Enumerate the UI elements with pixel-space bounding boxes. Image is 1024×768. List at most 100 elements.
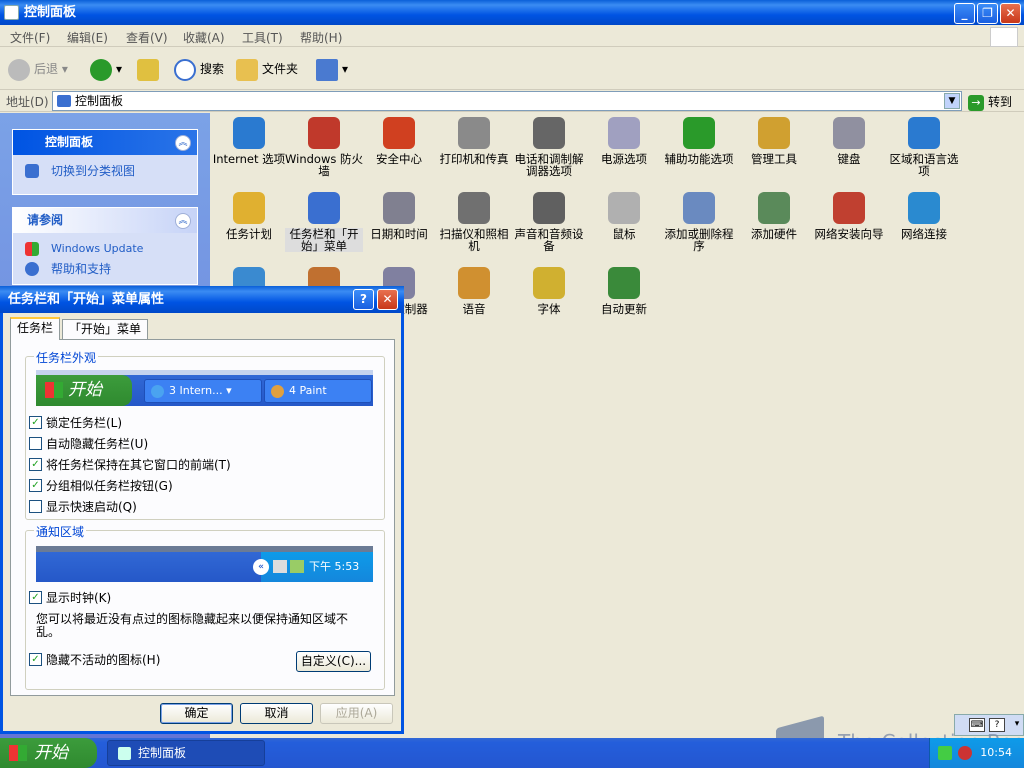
collapse-chevron-icon[interactable]: ︽	[175, 135, 191, 151]
address-input[interactable]: 控制面板 ▼	[52, 91, 962, 111]
start-button[interactable]: 开始	[0, 738, 97, 768]
search-button[interactable]: 搜索	[174, 57, 224, 81]
control-panel-item-label: 字体	[537, 302, 561, 316]
control-panel-item-label: 网络安装向导	[814, 227, 884, 241]
pane-title-control-panel[interactable]: 控制面板	[13, 130, 197, 155]
control-panel-item[interactable]: 字体	[510, 267, 588, 315]
pane-title-see-also[interactable]: 请参阅	[13, 208, 197, 233]
control-panel-item[interactable]: 打印机和传真	[435, 117, 513, 165]
control-panel-item[interactable]: 语音	[435, 267, 513, 315]
windows-update-link[interactable]: Windows Update	[13, 239, 197, 259]
control-panel-item[interactable]: 鼠标	[585, 192, 663, 240]
tab-taskbar[interactable]: 任务栏	[10, 317, 61, 340]
forward-arrow-icon	[90, 58, 112, 81]
switch-category-view-link[interactable]: 切换到分类视图	[13, 161, 197, 181]
hide-inactive-checkbox[interactable]: ✓ 隐藏不活动的图标(H)	[29, 653, 160, 667]
control-panel-item[interactable]: 网络安装向导	[810, 192, 888, 240]
control-panel-item[interactable]: 任务栏和「开始」菜单	[285, 192, 363, 252]
up-folder-button[interactable]	[137, 57, 163, 81]
control-panel-item[interactable]: 声音和音频设备	[510, 192, 588, 252]
control-panel-item[interactable]: 扫描仪和照相机	[435, 192, 513, 252]
forward-button[interactable]: ▾	[90, 57, 122, 81]
security-tray-icon[interactable]	[958, 746, 972, 760]
control-panel-item-label: 自动更新	[601, 302, 647, 316]
menu-help[interactable]: 帮助(H)	[300, 29, 342, 46]
control-panel-item[interactable]: 区域和语言选项	[885, 117, 963, 177]
close-button[interactable]: ✕	[1000, 3, 1021, 24]
menu-edit[interactable]: 编辑(E)	[67, 29, 108, 46]
control-panel-item-label: 添加或删除程序	[664, 227, 734, 253]
switch-category-view-label: 切换到分类视图	[51, 164, 136, 178]
speaker-icon	[533, 192, 565, 224]
tab-start-menu[interactable]: 「开始」菜单	[62, 319, 149, 339]
collapse-chevron-icon[interactable]: ︽	[175, 213, 191, 229]
folders-button[interactable]: 文件夹	[236, 57, 298, 81]
control-panel-item[interactable]: Internet 选项	[210, 117, 288, 165]
help-support-label: 帮助和支持	[51, 262, 112, 276]
tray-app-icon	[290, 560, 304, 573]
show-clock-checkbox[interactable]: ✓ 显示时钟(K)	[29, 591, 111, 605]
control-panel-item[interactable]: Windows 防火墙	[285, 117, 363, 177]
menu-favorites[interactable]: 收藏(A)	[183, 29, 225, 46]
minimize-button[interactable]: _	[954, 3, 975, 24]
quick-launch-checkbox[interactable]: 显示快速启动(Q)	[29, 500, 137, 514]
control-panel-small-icon	[57, 95, 71, 107]
printer-icon	[458, 117, 490, 149]
control-panel-item[interactable]: 电话和调制解调器选项	[510, 117, 588, 177]
dialog-close-button[interactable]: ✕	[377, 289, 398, 310]
control-panel-item[interactable]: 添加硬件	[735, 192, 813, 240]
control-panel-item[interactable]: 键盘	[810, 117, 888, 165]
help-support-link[interactable]: 帮助和支持	[13, 259, 197, 279]
control-panel-item-label: Internet 选项	[212, 152, 286, 166]
control-panel-item-label: 网络连接	[901, 227, 947, 241]
go-arrow-icon: →	[968, 94, 984, 111]
cancel-button[interactable]: 取消	[240, 703, 313, 724]
tray-clock[interactable]: 10:54	[980, 746, 1012, 759]
back-button[interactable]: 后退 ▾	[8, 57, 68, 81]
control-panel-item[interactable]: 辅助功能选项	[660, 117, 738, 165]
preview-task-paint: 4 Paint	[264, 379, 372, 403]
window-titlebar[interactable]: 控制面板	[0, 0, 1024, 25]
checkbox-box: ✓	[29, 458, 42, 471]
ok-button[interactable]: 确定	[160, 703, 233, 724]
customize-button[interactable]: 自定义(C)...	[296, 651, 371, 672]
control-panel-item[interactable]: 添加或删除程序	[660, 192, 738, 252]
control-panel-item-label: 管理工具	[751, 152, 797, 166]
dialog-titlebar[interactable]: 任务栏和「开始」菜单属性	[0, 286, 404, 313]
control-panel-item[interactable]: 网络连接	[885, 192, 963, 240]
address-dropdown-button[interactable]: ▼	[944, 93, 960, 109]
lock-taskbar-checkbox[interactable]: ✓ 锁定任务栏(L)	[29, 416, 122, 430]
help-button[interactable]: ?	[353, 289, 374, 310]
network-tray-icon[interactable]	[938, 746, 952, 760]
go-button[interactable]: → 转到	[968, 93, 1012, 111]
menu-tools[interactable]: 工具(T)	[242, 29, 283, 46]
scheduled-tasks-icon	[233, 192, 265, 224]
control-panel-item[interactable]: 安全中心	[360, 117, 438, 165]
folders-label: 文件夹	[262, 62, 299, 76]
taskbar-properties-dialog: 任务栏和「开始」菜单属性 ? ✕ 任务栏 「开始」菜单 任务栏外观 开始 3 I…	[0, 286, 404, 734]
apply-button[interactable]: 应用(A)	[320, 703, 393, 724]
fonts-icon	[533, 267, 565, 299]
control-panel-item[interactable]: 电源选项	[585, 117, 663, 165]
group-label-notification: 通知区域	[34, 523, 87, 540]
control-panel-item-label: 打印机和传真	[439, 152, 509, 166]
control-panel-item[interactable]: 自动更新	[585, 267, 663, 315]
tray-preview: « 下午 5:53	[36, 546, 373, 582]
control-panel-item[interactable]: 任务计划	[210, 192, 288, 240]
restore-button[interactable]: ❐	[977, 3, 998, 24]
keyboard-icon	[833, 117, 865, 149]
taskbar-button-control-panel[interactable]: 控制面板	[107, 740, 265, 766]
power-icon	[608, 117, 640, 149]
menu-view[interactable]: 查看(V)	[126, 29, 168, 46]
menu-file[interactable]: 文件(F)	[10, 29, 50, 46]
group-buttons-checkbox[interactable]: ✓ 分组相似任务栏按钮(G)	[29, 479, 173, 493]
clock-icon	[383, 192, 415, 224]
taskbar: 开始 控制面板 10:54	[0, 738, 1024, 768]
help-icon	[25, 262, 39, 276]
keep-on-top-checkbox[interactable]: ✓ 将任务栏保持在其它窗口的前端(T)	[29, 458, 231, 472]
show-clock-label: 显示时钟(K)	[46, 591, 112, 605]
control-panel-item[interactable]: 日期和时间	[360, 192, 438, 240]
views-button[interactable]: ▾	[316, 57, 348, 81]
auto-hide-checkbox[interactable]: 自动隐藏任务栏(U)	[29, 437, 148, 451]
control-panel-item[interactable]: 管理工具	[735, 117, 813, 165]
